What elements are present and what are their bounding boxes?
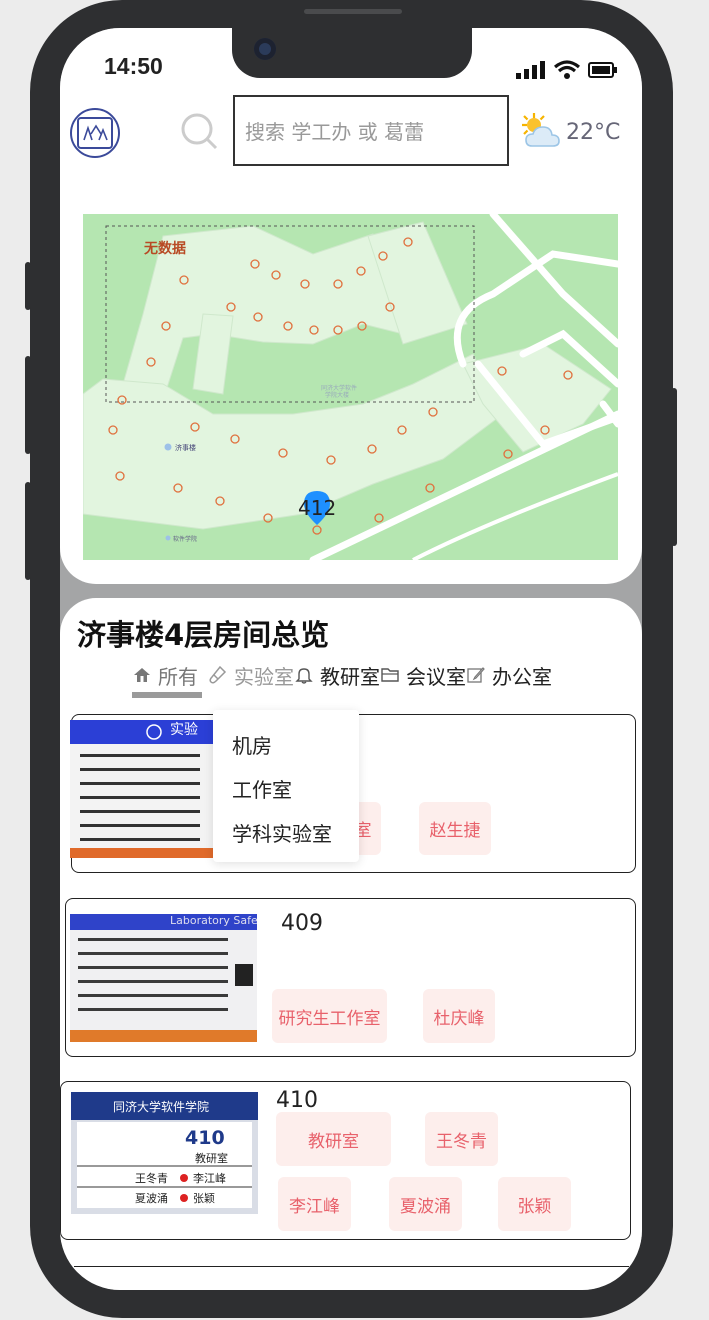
active-tab-indicator [132,692,202,698]
svg-text:Laboratory Safe: Laboratory Safe [170,914,257,927]
flask-icon [208,665,228,685]
search-input[interactable]: 搜索 学工办 或 葛蕾 [233,95,509,166]
room-tag[interactable]: 王冬青 [425,1112,498,1166]
room-card-409[interactable]: Laboratory Safe 409 研究生工作室 杜庆峰 [65,898,636,1057]
room-card-410[interactable]: 同济大学软件学院 410 教研室 王冬青 李江峰 夏波涌 张颖 410 教研室 … [60,1081,631,1240]
room-tag[interactable]: 张颖 [498,1177,571,1231]
search-placeholder: 搜索 学工办 或 葛蕾 [245,120,425,144]
page-title: 济事楼4层房间总览 [77,618,330,652]
search-icon[interactable] [180,112,220,152]
signal-icon [516,61,545,79]
tab-office[interactable]: 办公室 [466,661,552,690]
dropdown-item-studio[interactable]: 工作室 [232,774,292,803]
svg-text:同济大学软件学院: 同济大学软件学院 [113,1099,209,1114]
svg-text:同济大学软件: 同济大学软件 [321,384,357,392]
selected-room-label[interactable]: 412 [298,496,336,520]
mute-switch [25,262,31,310]
svg-text:实验: 实验 [170,722,198,738]
wifi-icon [554,60,580,79]
battery-icon [588,62,617,78]
map-background: 济事楼 软件学院 同济大学软件 学院大楼 [83,214,618,560]
weather-widget: 22°C [518,112,620,152]
tab-meeting-room[interactable]: 会议室 [380,661,466,690]
tab-lab[interactable]: 实验室 [208,661,294,690]
room-number: 410 [276,1088,318,1113]
no-data-label: 无数据 [144,241,186,257]
power-button [671,388,677,546]
svg-text:王冬青: 王冬青 [135,1171,168,1185]
bell-icon [294,665,314,685]
logo-emblem-icon [77,117,113,149]
room-photo-407: 实验 [70,720,215,858]
svg-text:李江峰: 李江峰 [193,1171,226,1185]
room-tag[interactable]: 赵生捷 [419,802,491,855]
room-photo-409: Laboratory Safe [70,914,257,1042]
room-tag[interactable]: 研究生工作室 [272,989,387,1043]
room-photo-410: 同济大学软件学院 410 教研室 王冬青 李江峰 夏波涌 张颖 [71,1092,258,1214]
room-tag[interactable]: 李江峰 [278,1177,351,1231]
svg-text:张颖: 张颖 [193,1192,215,1205]
partly-sunny-icon [522,113,560,147]
svg-text:软件学院: 软件学院 [173,535,197,543]
svg-text:夏波涌: 夏波涌 [135,1192,168,1205]
temperature: 22°C [566,119,621,145]
status-time: 14:50 [104,53,163,79]
university-logo[interactable] [70,108,120,158]
tab-teaching-office[interactable]: 教研室 [294,661,380,690]
volume-down-button [25,482,31,580]
room-number: 409 [281,911,323,936]
svg-text:410: 410 [185,1127,225,1149]
dropdown-item-discipline-lab[interactable]: 学科实验室 [232,818,332,847]
screen: 14:50 搜索 学工办 或 葛蕾 22°C 济事楼 软件学院 同济大学软件 学… [60,28,642,1290]
speaker [304,9,402,14]
front-camera [254,38,276,60]
volume-up-button [25,356,31,454]
room-tag[interactable]: 杜庆峰 [423,989,495,1043]
lab-type-dropdown: 机房 工作室 学科实验室 [213,710,359,862]
tab-all[interactable]: 所有 [132,661,198,690]
svg-text:教研室: 教研室 [195,1151,228,1165]
room-tag[interactable]: 教研室 [276,1112,391,1166]
folder-icon [380,665,400,685]
room-tag[interactable]: 夏波涌 [389,1177,462,1231]
svg-text:学院大楼: 学院大楼 [325,391,349,399]
room-type-tabs: 所有 实验室 教研室 会议室 办公室 [132,660,552,690]
home-icon [132,665,152,685]
svg-text:济事楼: 济事楼 [175,443,196,452]
edit-icon [466,665,486,685]
list-divider [74,1266,629,1267]
floor-map[interactable]: 济事楼 软件学院 同济大学软件 学院大楼 无数据 412 [83,214,618,560]
top-card: 14:50 搜索 学工办 或 葛蕾 22°C 济事楼 软件学院 同济大学软件 学… [60,28,642,584]
status-icons [516,60,618,80]
dropdown-item-machine-room[interactable]: 机房 [232,730,272,759]
